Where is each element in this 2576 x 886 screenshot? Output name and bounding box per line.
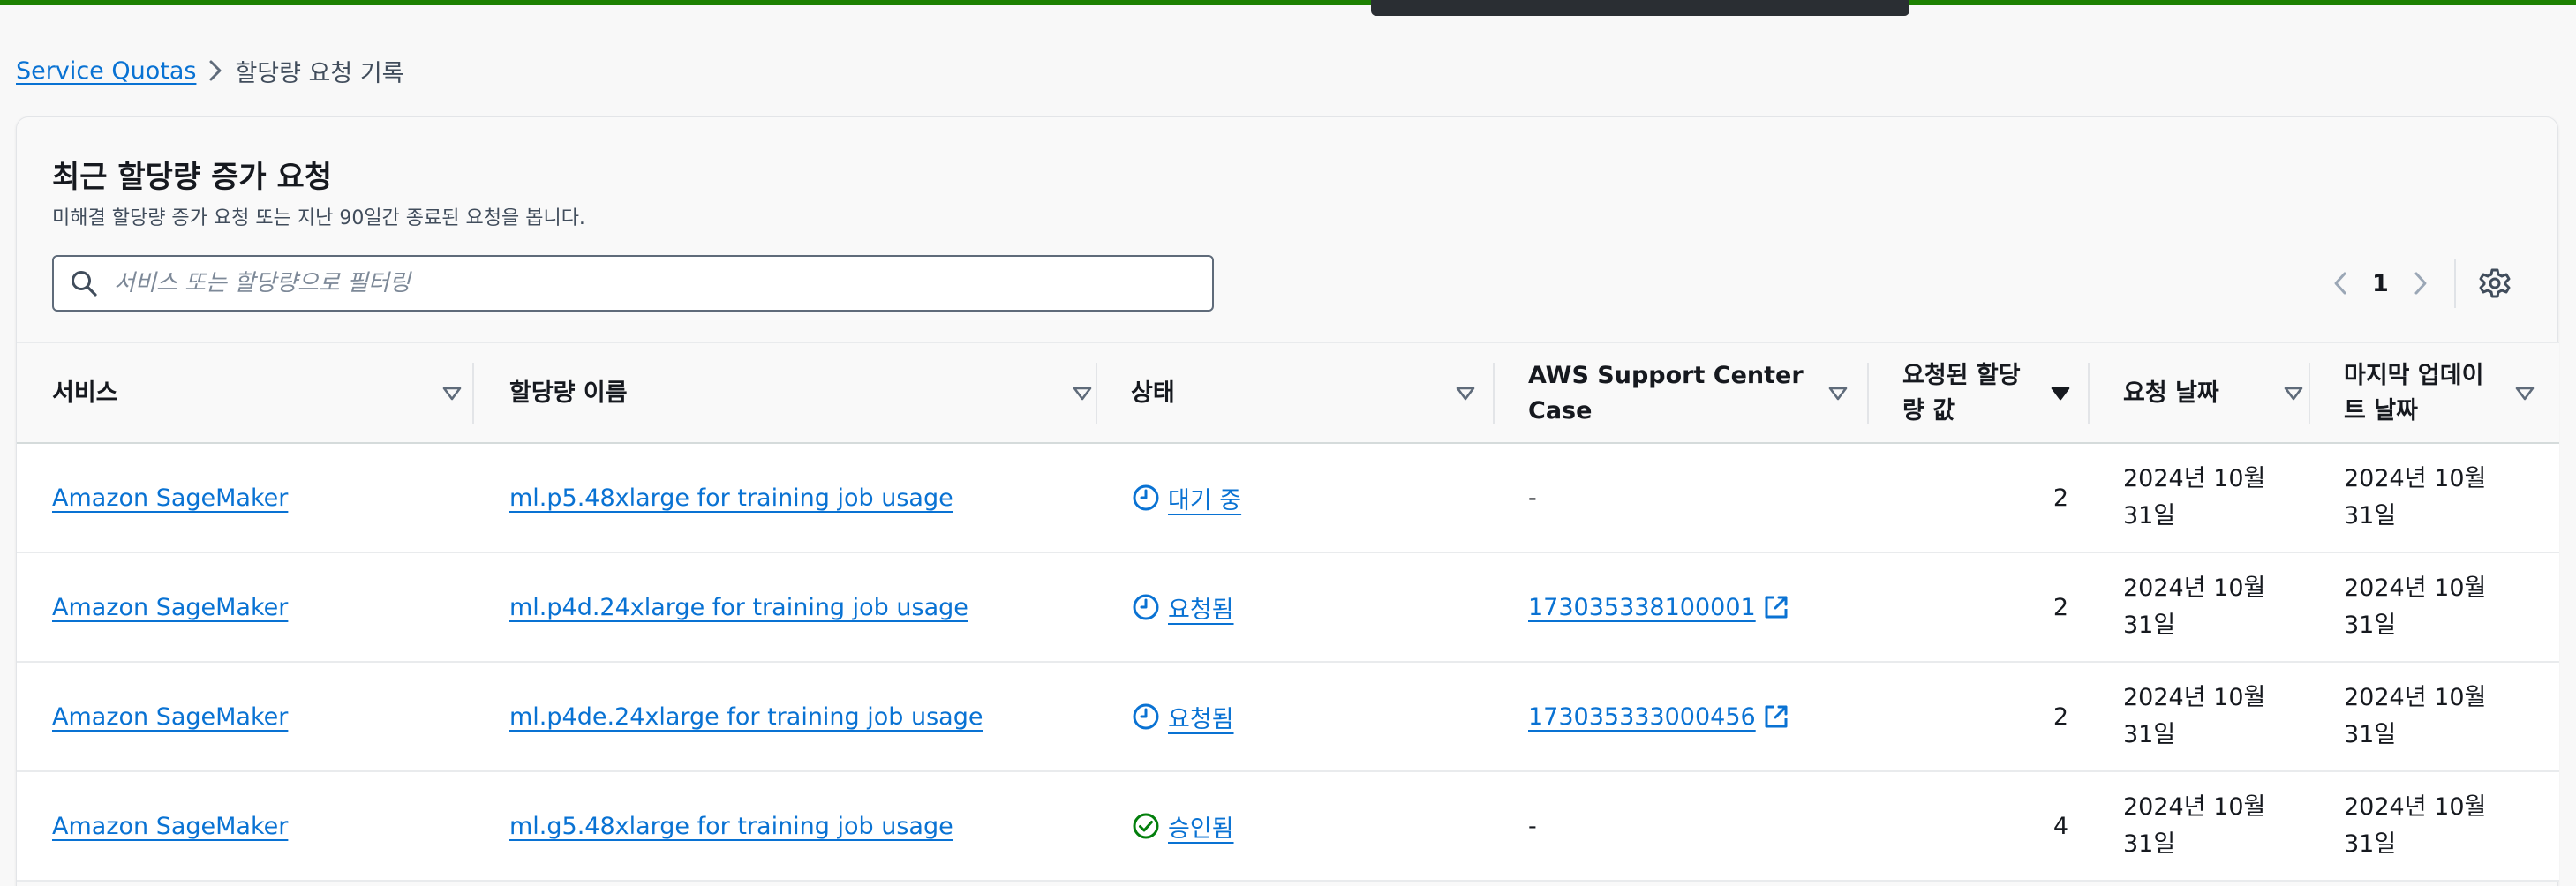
column-header-request-date[interactable]: 요청 날짜 [2123,343,2326,444]
column-divider [1867,363,1869,424]
clock-icon [1131,592,1161,622]
sort-caret-icon[interactable] [1823,379,1853,409]
column-header-service[interactable]: 서비스 [52,343,467,444]
quota-name-link[interactable]: ml.p5.48xlarge for training job usage [509,484,953,512]
pagination: 1 [2316,259,2520,308]
requested-value: 2 [2053,484,2068,512]
status-indicator: 승인됨 [1131,809,1234,844]
current-page-number[interactable]: 1 [2365,270,2396,297]
quota-name-link[interactable]: ml.p4d.24xlarge for training job usage [509,594,968,621]
table-row: Amazon SageMaker ml.g5.48xlarge for trai… [17,772,2559,882]
request-date: 2024년 10월 31일 [2123,465,2266,529]
sort-caret-icon[interactable] [1450,379,1480,409]
table-row: Amazon SageMaker ml.p4d.24xlarge for tra… [17,553,2559,663]
column-header-status[interactable]: 상태 [1131,343,1510,444]
support-case-value: - [1528,484,1537,512]
request-date: 2024년 10월 31일 [2123,684,2266,748]
column-header-last-updated[interactable]: 마지막 업데이트 날짜 [2344,343,2559,444]
status-link[interactable]: 요청됨 [1168,590,1234,625]
chevron-left-icon [2334,272,2346,295]
requested-value: 2 [2053,702,2068,731]
last-updated-date: 2024년 10월 31일 [2344,684,2487,748]
external-link-icon [1761,702,1791,732]
table-row: Amazon SageMaker ml.p5.48xlarge for trai… [17,444,2559,553]
sort-caret-icon[interactable] [437,379,467,409]
table-row: Amazon SageMaker ml.p4de.24xlarge for tr… [17,663,2559,772]
column-divider [2309,363,2310,424]
check-circle-icon [1131,811,1161,841]
service-link[interactable]: Amazon SageMaker [52,484,288,512]
quota-name-link[interactable]: ml.g5.48xlarge for training job usage [509,813,953,840]
column-divider [2088,363,2090,424]
column-header-support-case[interactable]: AWS Support Center Case [1528,343,1881,444]
column-divider [1096,363,1097,424]
request-date: 2024년 10월 31일 [2123,574,2266,639]
quota-requests-panel: 최근 할당량 증가 요청 미해결 할당량 증가 요청 또는 지난 90일간 종료… [16,116,2559,886]
table-preferences-button[interactable] [2470,259,2520,308]
support-case-link[interactable]: 173035333000456 [1528,702,1791,732]
search-input[interactable] [114,259,1212,308]
support-case-link[interactable]: 173035338100001 [1528,592,1791,622]
last-updated-date: 2024년 10월 31일 [2344,465,2487,529]
requested-value: 4 [2053,812,2068,840]
last-updated-date: 2024년 10월 31일 [2344,793,2487,858]
column-header-requested-value[interactable]: 요청된 할당량 값 [1902,343,2105,444]
chevron-right-icon [196,53,235,88]
last-updated-date: 2024년 10월 31일 [2344,574,2487,639]
service-link[interactable]: Amazon SageMaker [52,703,288,731]
column-divider [1493,363,1495,424]
top-overlay-tab [1371,0,1909,16]
status-indicator: 요청됨 [1131,590,1234,625]
quota-name-link[interactable]: ml.p4de.24xlarge for training job usage [509,703,983,731]
panel-title: 최근 할당량 증가 요청 [52,160,333,195]
column-divider [472,363,474,424]
panel-description: 미해결 할당량 증가 요청 또는 지난 90일간 종료된 요청을 봅니다. [52,207,585,229]
previous-page-button[interactable] [2316,259,2365,308]
external-link-icon [1761,592,1791,622]
clock-icon [1131,702,1161,732]
status-link[interactable]: 요청됨 [1168,700,1234,734]
breadcrumb-current: 할당량 요청 기록 [235,59,404,87]
sort-descending-icon[interactable] [2045,379,2075,409]
status-indicator: 요청됨 [1131,700,1234,734]
requested-value: 2 [2053,593,2068,621]
top-accent-bar [0,0,2576,5]
sort-caret-icon[interactable] [2510,379,2540,409]
status-indicator: 대기 중 [1131,481,1241,515]
status-link[interactable]: 대기 중 [1168,481,1241,515]
search-icon [54,257,114,310]
next-page-button[interactable] [2396,259,2445,308]
pagination-divider [2453,259,2456,308]
service-link[interactable]: Amazon SageMaker [52,594,288,621]
chevron-right-icon [2414,272,2427,295]
search-box [52,255,1214,312]
service-link[interactable]: Amazon SageMaker [52,813,288,840]
table-header: 서비스 할당량 이름 상태 AWS Support Center Case 요청… [17,342,2559,444]
breadcrumb-service-quotas[interactable]: Service Quotas [16,57,196,85]
sort-caret-icon[interactable] [2278,379,2309,409]
sort-caret-icon[interactable] [1067,379,1097,409]
request-date: 2024년 10월 31일 [2123,793,2266,858]
status-link[interactable]: 승인됨 [1168,809,1234,844]
breadcrumb: Service Quotas 할당량 요청 기록 [16,53,404,88]
gear-icon [2479,268,2511,298]
column-header-quota-name[interactable]: 할당량 이름 [509,343,1101,444]
support-case-value: - [1528,812,1537,840]
clock-icon [1131,483,1161,513]
